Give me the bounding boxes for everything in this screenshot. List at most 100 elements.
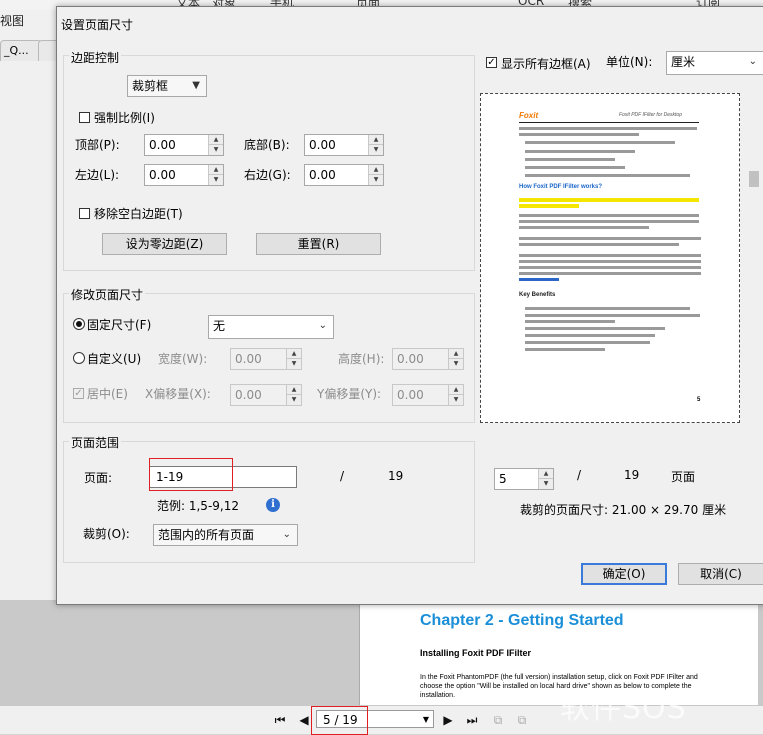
spin-down-icon[interactable]: ▼ xyxy=(287,359,301,369)
preview-header: Foxit PDF IFilter for Desktop xyxy=(619,112,682,118)
view-menu[interactable]: 视图 xyxy=(0,12,24,29)
spin-up-icon[interactable]: ▲ xyxy=(209,135,223,145)
fixed-size-select[interactable]: 无 ⌄ xyxy=(208,315,334,339)
crop-label: 裁剪(O): xyxy=(83,527,130,541)
spin-down-icon[interactable]: ▼ xyxy=(209,145,223,155)
zero-margin-button[interactable]: 设为零边距(Z) xyxy=(102,233,227,255)
show-all-boxes-checkbox[interactable]: ✓ xyxy=(486,57,497,68)
spin-down-icon[interactable]: ▼ xyxy=(449,395,463,405)
spin-up-icon[interactable]: ▲ xyxy=(287,385,301,395)
spin-down-icon[interactable]: ▼ xyxy=(369,145,383,155)
page-size-legend: 修改页面尺寸 xyxy=(69,286,146,303)
reset-button[interactable]: 重置(R) xyxy=(256,233,381,255)
preview-highlight xyxy=(519,198,699,202)
x-offset-spinner[interactable]: ▲ ▼ xyxy=(286,385,301,405)
ok-button[interactable]: 确定(O) xyxy=(581,563,667,585)
top-margin-input[interactable]: 0.00 ▲ ▼ xyxy=(144,134,224,156)
spin-down-icon[interactable]: ▼ xyxy=(287,395,301,405)
preview-text-line xyxy=(525,158,615,161)
left-margin-spinner[interactable]: ▲ ▼ xyxy=(208,165,223,185)
preview-subheading: Key Benefits xyxy=(519,292,556,298)
chevron-down-icon: ▼ xyxy=(192,80,200,91)
remove-blank-checkbox[interactable] xyxy=(79,208,90,219)
x-offset-input[interactable]: 0.00 ▲ ▼ xyxy=(230,384,302,406)
height-spinner[interactable]: ▲ ▼ xyxy=(448,349,463,369)
page-preview: Foxit Foxit PDF IFilter for Desktop How … xyxy=(480,93,740,423)
y-offset-label: Y偏移量(Y): xyxy=(317,387,382,401)
spin-down-icon[interactable]: ▼ xyxy=(369,175,383,185)
chevron-down-icon: ⌄ xyxy=(282,529,291,540)
crop-range-select[interactable]: 范围内的所有页面 ⌄ xyxy=(153,524,298,546)
bottom-margin-spinner[interactable]: ▲ ▼ xyxy=(368,135,383,155)
width-value: 0.00 xyxy=(235,352,262,366)
left-margin-value: 0.00 xyxy=(149,168,176,182)
preview-link xyxy=(519,278,559,281)
left-panel xyxy=(0,10,56,603)
spin-up-icon[interactable]: ▲ xyxy=(369,165,383,175)
dialog-title: 设置页面尺寸 xyxy=(61,18,134,32)
preview-text-line xyxy=(525,174,690,177)
left-margin-input[interactable]: 0.00 ▲ ▼ xyxy=(144,164,224,186)
spin-down-icon[interactable]: ▼ xyxy=(449,359,463,369)
width-spinner[interactable]: ▲ ▼ xyxy=(286,349,301,369)
document-page: Chapter 2 - Getting Started Installing F… xyxy=(359,600,758,706)
page-range-legend: 页面范围 xyxy=(69,434,122,451)
chevron-down-icon[interactable]: ▼ xyxy=(423,711,429,729)
next-view-icon[interactable]: ⧉ xyxy=(516,714,528,726)
preview-text-line xyxy=(525,348,605,351)
y-offset-input[interactable]: 0.00 ▲ ▼ xyxy=(392,384,464,406)
preview-page-word: 页面 xyxy=(671,470,696,484)
spin-down-icon[interactable]: ▼ xyxy=(539,479,553,489)
document-tab[interactable]: _Q... xyxy=(0,40,42,61)
spin-up-icon[interactable]: ▲ xyxy=(539,469,553,479)
unit-select[interactable]: 厘米 ⌄ xyxy=(666,51,763,75)
custom-size-radio[interactable] xyxy=(73,352,85,364)
spin-down-icon[interactable]: ▼ xyxy=(209,175,223,185)
pages-label: 页面: xyxy=(84,471,113,485)
show-all-boxes-label: 显示所有边框(A) xyxy=(501,57,591,71)
center-label: 居中(E) xyxy=(87,387,128,401)
range-example-text: 范例: 1,5-9,12 xyxy=(157,499,239,513)
right-margin-input[interactable]: 0.00 ▲ ▼ xyxy=(304,164,384,186)
preview-text-line xyxy=(525,314,700,317)
next-page-icon[interactable]: ▶ xyxy=(442,714,454,726)
width-input[interactable]: 0.00 ▲ ▼ xyxy=(230,348,302,370)
preview-page-slash: / xyxy=(577,468,582,482)
last-page-icon[interactable]: ⏭ xyxy=(466,714,478,726)
preview-highlight xyxy=(519,204,579,208)
spin-up-icon[interactable]: ▲ xyxy=(449,349,463,359)
height-label: 高度(H): xyxy=(338,352,385,366)
spin-up-icon[interactable]: ▲ xyxy=(449,385,463,395)
set-page-size-dialog: 设置页面尺寸 边距控制 裁剪框 ▼ 强制比例(I) 顶部(P): 0.00 ▲ ▼… xyxy=(56,6,763,605)
spin-up-icon[interactable]: ▲ xyxy=(209,165,223,175)
highlight-box xyxy=(311,706,368,735)
scrollbar-thumb[interactable] xyxy=(749,171,759,187)
first-page-icon[interactable]: ⏮ xyxy=(274,714,286,726)
bottom-margin-input[interactable]: 0.00 ▲ ▼ xyxy=(304,134,384,156)
height-input[interactable]: 0.00 ▲ ▼ xyxy=(392,348,464,370)
preview-scrollbar[interactable] xyxy=(747,93,761,423)
right-margin-spinner[interactable]: ▲ ▼ xyxy=(368,165,383,185)
height-value: 0.00 xyxy=(397,352,424,366)
left-margin-label: 左边(L): xyxy=(75,168,120,182)
preview-text-line xyxy=(525,327,665,330)
spin-up-icon[interactable]: ▲ xyxy=(369,135,383,145)
spin-up-icon[interactable]: ▲ xyxy=(287,349,301,359)
highlight-box xyxy=(149,458,233,491)
previous-page-icon[interactable]: ◀ xyxy=(298,714,310,726)
center-checkbox[interactable]: ✓ xyxy=(73,388,84,399)
preview-page-spinner[interactable]: ▲ ▼ xyxy=(538,469,553,489)
fixed-size-radio[interactable] xyxy=(73,318,85,330)
crop-range-value: 范围内的所有页面 xyxy=(158,528,255,542)
previous-view-icon[interactable]: ⧉ xyxy=(492,714,504,726)
force-ratio-checkbox[interactable] xyxy=(79,112,90,123)
preview-text-line xyxy=(525,334,655,337)
top-margin-spinner[interactable]: ▲ ▼ xyxy=(208,135,223,155)
info-icon[interactable]: i xyxy=(266,498,280,512)
preview-text-line xyxy=(519,260,701,263)
preview-page-input[interactable]: 5 ▲ ▼ xyxy=(494,468,554,490)
preview-heading: How Foxit PDF IFilter works? xyxy=(519,184,603,190)
box-type-select[interactable]: 裁剪框 ▼ xyxy=(127,75,207,97)
y-offset-spinner[interactable]: ▲ ▼ xyxy=(448,385,463,405)
cancel-button[interactable]: 取消(C) xyxy=(678,563,763,585)
